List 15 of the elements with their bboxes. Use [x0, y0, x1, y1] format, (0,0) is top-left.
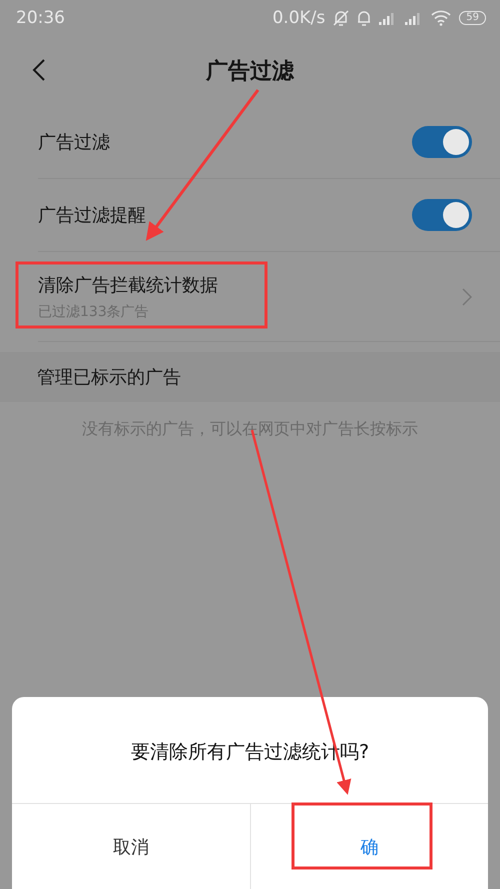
setting-label[interactable]: 清除广告拦截统计数据: [38, 272, 462, 296]
setting-label: 广告过滤: [38, 131, 111, 154]
section-header: 管理已标示的广告: [0, 352, 500, 402]
bell-icon: [357, 9, 372, 27]
wifi-icon: [431, 10, 452, 26]
clock: 20:36: [16, 8, 66, 28]
battery-indicator: 59: [459, 11, 486, 25]
toggle-switch[interactable]: [412, 199, 472, 231]
setting-label: 广告过滤提醒: [38, 204, 147, 227]
page-title: 广告过滤: [206, 58, 294, 86]
network-speed: 0.0K/s: [272, 8, 326, 28]
toggle-switch[interactable]: [412, 126, 472, 158]
muted-bell-icon: [333, 9, 350, 27]
chevron-right-icon: [462, 288, 472, 306]
back-icon[interactable]: [32, 58, 46, 82]
